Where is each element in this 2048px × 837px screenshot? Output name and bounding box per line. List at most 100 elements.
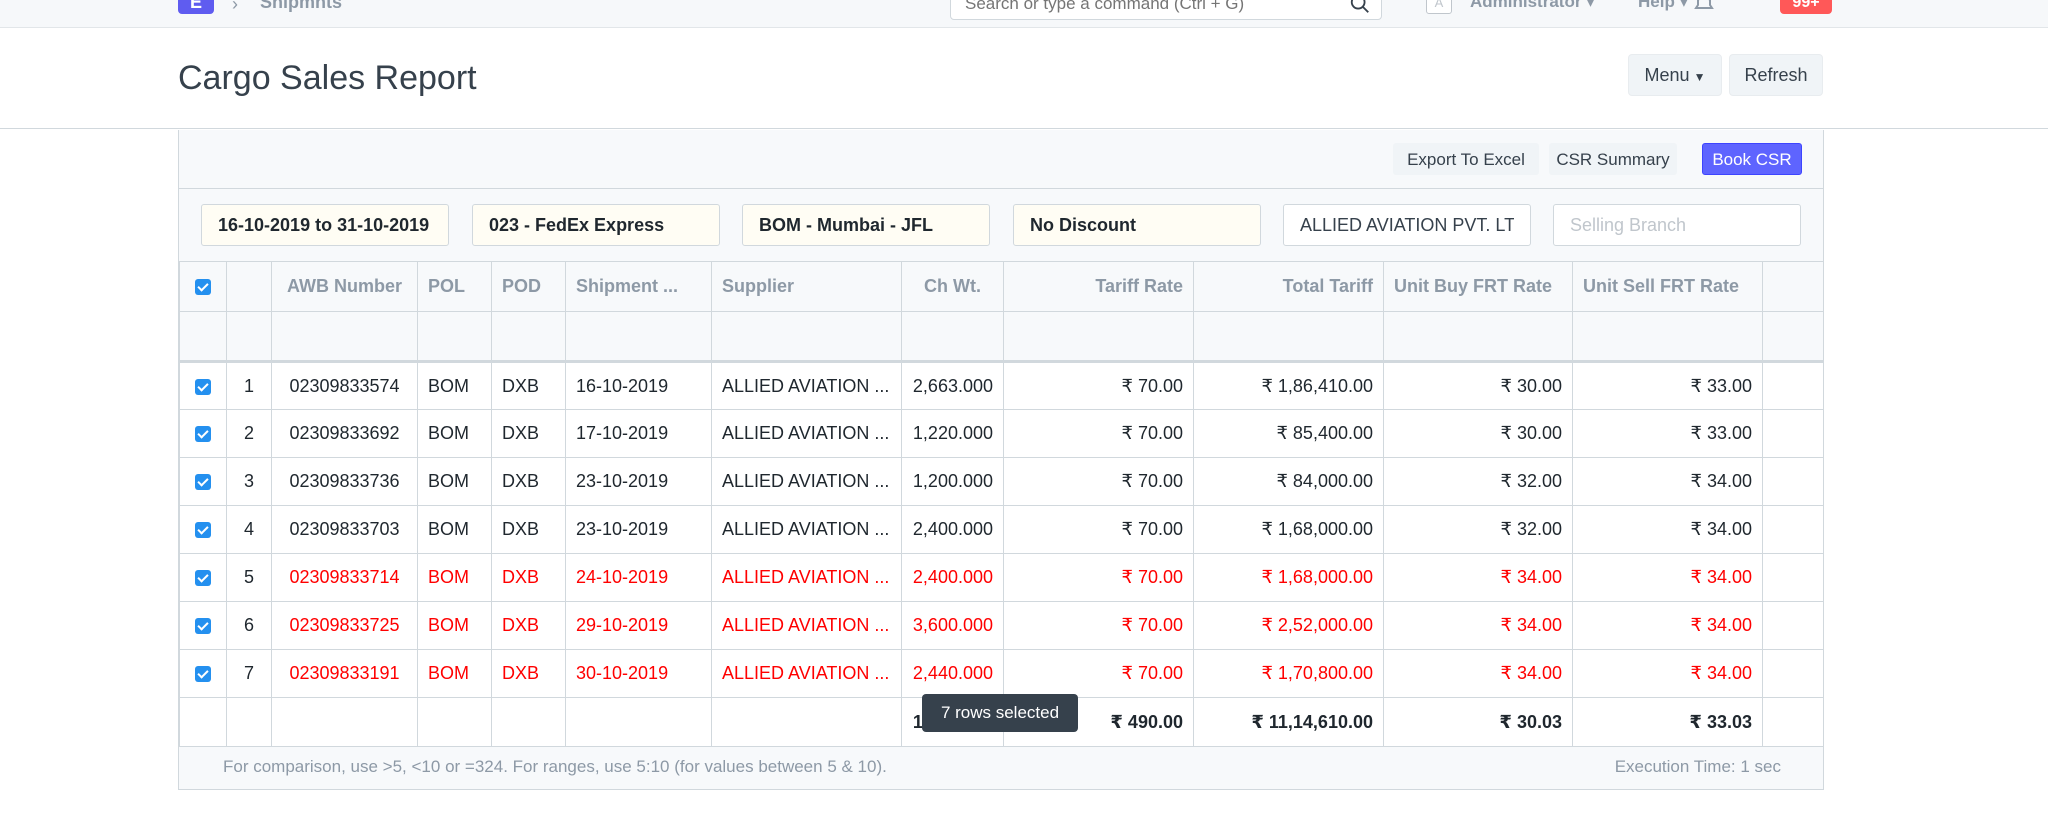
row-index[interactable]: 4 [226, 505, 272, 554]
cell-shipment-date[interactable]: 23-10-2019 [565, 457, 712, 506]
row-checkbox-cell[interactable] [179, 601, 227, 650]
cell-tariff-rate[interactable]: ₹ 70.00 [1003, 553, 1194, 602]
cell-unit-buy-frt-rate[interactable]: ₹ 32.00 [1383, 457, 1573, 506]
cell-supplier[interactable]: ALLIED AVIATION ... [711, 601, 902, 650]
table-row[interactable]: 1 02309833574 BOM DXB 16-10-2019 ALLIED AVIAT… [179, 361, 1823, 410]
row-checkbox[interactable] [195, 378, 211, 395]
filter-cell-total-tariff[interactable] [1193, 311, 1384, 363]
column-header-unit-sell-frt-rate[interactable]: Unit Sell FRT Rate [1572, 261, 1763, 312]
cell-ch-wt[interactable]: 2,663.000 [901, 361, 1004, 410]
cell-ch-wt[interactable]: 1,200.000 [901, 457, 1004, 506]
filter-cell-shipment[interactable] [565, 311, 712, 363]
row-checkbox[interactable] [195, 474, 211, 491]
cell-shipment-date[interactable]: 30-10-2019 [565, 649, 712, 698]
table-row[interactable]: 5 02309833714 BOM DXB 24-10-2019 ALLIED AVIAT… [179, 553, 1823, 602]
row-index[interactable]: 5 [226, 553, 272, 602]
row-index[interactable]: 6 [226, 601, 272, 650]
filter-cell-tariff[interactable] [1003, 311, 1194, 363]
cell-total-tariff[interactable]: ₹ 2,52,000.00 [1193, 601, 1384, 650]
cell-unit-sell-frt-rate[interactable]: ₹ 34.00 [1572, 505, 1763, 554]
app-logo[interactable]: E [178, 0, 214, 14]
cell-ch-wt[interactable]: 2,440.000 [901, 649, 1004, 698]
row-checkbox-cell[interactable] [179, 457, 227, 506]
cell-pol[interactable]: BOM [417, 649, 492, 698]
search-input[interactable] [951, 0, 1331, 17]
book-csr-button[interactable]: Book CSR [1702, 143, 1802, 175]
cell-shipment-date[interactable]: 29-10-2019 [565, 601, 712, 650]
search-icon[interactable] [1349, 0, 1371, 15]
table-row[interactable]: 3 02309833736 BOM DXB 23-10-2019 ALLIED AVIAT… [179, 457, 1823, 506]
cell-shipment-date[interactable]: 17-10-2019 [565, 409, 712, 458]
cell-unit-buy-frt-rate[interactable]: ₹ 34.00 [1383, 649, 1573, 698]
filter-cell-ch-wt[interactable] [901, 311, 1004, 363]
column-header-shipment-date[interactable]: Shipment ... [565, 261, 712, 312]
cell-pol[interactable]: BOM [417, 457, 492, 506]
filter-cell-next[interactable] [1762, 311, 1823, 363]
notification-bell-icon[interactable] [1692, 0, 1716, 12]
breadcrumb-shipmnts[interactable]: Shipmnts [260, 0, 342, 13]
carrier-filter[interactable] [472, 204, 720, 246]
cell-ch-wt[interactable]: 1,220.000 [901, 409, 1004, 458]
cell-unit-sell-frt-rate[interactable]: ₹ 34.00 [1572, 649, 1763, 698]
cell-total-tariff[interactable]: ₹ 85,400.00 [1193, 409, 1384, 458]
cell-unit-sell-frt-rate[interactable]: ₹ 34.00 [1572, 457, 1763, 506]
cell-shipment-date[interactable]: 24-10-2019 [565, 553, 712, 602]
row-index[interactable]: 2 [226, 409, 272, 458]
column-header-total-tariff[interactable]: Total Tariff [1193, 261, 1384, 312]
cell-tariff-rate[interactable]: ₹ 70.00 [1003, 601, 1194, 650]
select-all-checkbox[interactable] [195, 279, 211, 296]
table-row[interactable]: 7 02309833191 BOM DXB 30-10-2019 ALLIED AVIAT… [179, 649, 1823, 698]
cell-pod[interactable]: DXB [491, 505, 566, 554]
row-index[interactable]: 3 [226, 457, 272, 506]
cell-supplier[interactable]: ALLIED AVIATION ... [711, 553, 902, 602]
row-checkbox[interactable] [195, 522, 211, 539]
filter-cell-unit-buy[interactable] [1383, 311, 1573, 363]
column-header-truncated[interactable]: To [1762, 261, 1823, 312]
cell-unit-sell-frt-rate[interactable]: ₹ 34.00 [1572, 553, 1763, 602]
column-header-ch-wt[interactable]: Ch Wt. [901, 261, 1004, 312]
user-dropdown[interactable]: Administrator ▾ [1470, 0, 1595, 12]
cell-pod[interactable]: DXB [491, 649, 566, 698]
row-checkbox-cell[interactable] [179, 649, 227, 698]
row-index[interactable]: 7 [226, 649, 272, 698]
export-to-excel-button[interactable]: Export To Excel [1393, 143, 1539, 175]
avatar[interactable]: A [1426, 0, 1452, 14]
cell-pol[interactable]: BOM [417, 553, 492, 602]
filter-cell-pol[interactable] [417, 311, 492, 363]
cell-supplier[interactable]: ALLIED AVIATION ... [711, 409, 902, 458]
menu-button[interactable]: Menu ▼ [1628, 54, 1722, 96]
cell-awb-number[interactable]: 02309833714 [271, 553, 418, 602]
row-checkbox-cell[interactable] [179, 505, 227, 554]
row-checkbox[interactable] [195, 666, 211, 683]
filter-cell-unit-sell[interactable] [1572, 311, 1763, 363]
cell-ch-wt[interactable]: 3,600.000 [901, 601, 1004, 650]
cell-unit-sell-frt-rate[interactable]: ₹ 33.00 [1572, 361, 1763, 410]
row-checkbox-cell[interactable] [179, 553, 227, 602]
row-index[interactable]: 1 [226, 361, 272, 410]
cell-unit-sell-frt-rate[interactable]: ₹ 33.00 [1572, 409, 1763, 458]
cell-pol[interactable]: BOM [417, 601, 492, 650]
table-row[interactable]: 4 02309833703 BOM DXB 23-10-2019 ALLIED AVIAT… [179, 505, 1823, 554]
column-header-tariff-rate[interactable]: Tariff Rate [1003, 261, 1194, 312]
cell-total-tariff[interactable]: ₹ 84,000.00 [1193, 457, 1384, 506]
cell-tariff-rate[interactable]: ₹ 70.00 [1003, 649, 1194, 698]
cell-unit-buy-frt-rate[interactable]: ₹ 32.00 [1383, 505, 1573, 554]
cell-tariff-rate[interactable]: ₹ 70.00 [1003, 505, 1194, 554]
cell-tariff-rate[interactable]: ₹ 70.00 [1003, 409, 1194, 458]
column-header-unit-buy-frt-rate[interactable]: Unit Buy FRT Rate [1383, 261, 1573, 312]
awesome-search-bar[interactable] [950, 0, 1382, 20]
row-checkbox-cell[interactable] [179, 409, 227, 458]
cell-awb-number[interactable]: 02309833736 [271, 457, 418, 506]
filter-cell-supplier[interactable] [711, 311, 902, 363]
select-all-checkbox-cell[interactable] [179, 261, 227, 312]
notification-count-badge[interactable]: 99+ [1780, 0, 1832, 14]
cell-unit-buy-frt-rate[interactable]: ₹ 34.00 [1383, 553, 1573, 602]
cell-total-tariff[interactable]: ₹ 1,70,800.00 [1193, 649, 1384, 698]
cell-unit-buy-frt-rate[interactable]: ₹ 30.00 [1383, 409, 1573, 458]
filter-cell-pod[interactable] [491, 311, 566, 363]
cell-pol[interactable]: BOM [417, 505, 492, 554]
column-header-awb[interactable]: AWB Number [271, 261, 418, 312]
cell-supplier[interactable]: ALLIED AVIATION ... [711, 649, 902, 698]
cell-total-tariff[interactable]: ₹ 1,68,000.00 [1193, 505, 1384, 554]
cell-unit-buy-frt-rate[interactable]: ₹ 34.00 [1383, 601, 1573, 650]
